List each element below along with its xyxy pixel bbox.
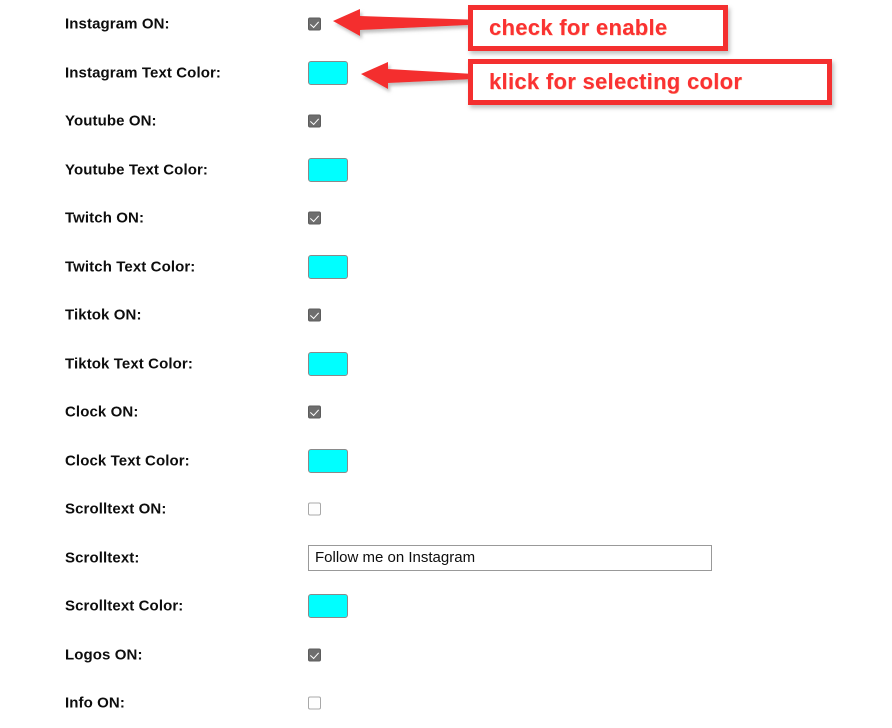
checkbox-logos-on[interactable] [308, 648, 321, 662]
row-label-youtube-text-color: Youtube Text Color: [65, 161, 209, 179]
color-swatch-tiktok-text-color[interactable] [308, 351, 348, 376]
row-control-clock-on [308, 405, 321, 419]
form-row-clock-on: Clock ON: [0, 388, 892, 437]
color-swatch-scrolltext-color[interactable] [308, 594, 348, 619]
row-label-scrolltext: Scrolltext: [65, 549, 140, 567]
text-input-scrolltext[interactable] [308, 544, 712, 571]
row-control-info-on [308, 696, 321, 710]
checkbox-tiktok-on[interactable] [308, 308, 321, 322]
checkbox-scrolltext-on[interactable] [308, 502, 321, 516]
form-row-info-on: Info ON: [0, 679, 892, 728]
form-row-twitch-text-color: Twitch Text Color: [0, 243, 892, 292]
form-row-tiktok-on: Tiktok ON: [0, 291, 892, 340]
checkbox-twitch-on[interactable] [308, 211, 321, 225]
row-control-tiktok-on [308, 308, 321, 322]
settings-form: Instagram ON: Instagram Text Color: Youtub… [0, 0, 892, 728]
row-label-twitch-text-color: Twitch Text Color: [65, 258, 196, 276]
row-label-instagram-text-color: Instagram Text Color: [65, 64, 222, 82]
row-label-clock-text-color: Clock Text Color: [65, 452, 190, 470]
row-control-tiktok-text-color [308, 351, 348, 376]
form-row-tiktok-text-color: Tiktok Text Color: [0, 340, 892, 389]
checkbox-instagram-on[interactable] [308, 17, 321, 31]
row-control-scrolltext-on [308, 502, 321, 516]
form-row-twitch-on: Twitch ON: [0, 194, 892, 243]
form-row-youtube-on: Youtube ON: [0, 97, 892, 146]
color-swatch-instagram-text-color[interactable] [308, 60, 348, 85]
color-swatch-clock-text-color[interactable] [308, 448, 348, 473]
row-label-info-on: Info ON: [65, 694, 125, 712]
row-label-twitch-on: Twitch ON: [65, 209, 145, 227]
row-control-youtube-on [308, 114, 321, 128]
row-control-scrolltext-color [308, 594, 348, 619]
form-row-scrolltext-color: Scrolltext Color: [0, 582, 892, 631]
row-control-twitch-on [308, 211, 321, 225]
color-swatch-twitch-text-color[interactable] [308, 254, 348, 279]
row-control-twitch-text-color [308, 254, 348, 279]
row-label-scrolltext-on: Scrolltext ON: [65, 500, 167, 518]
row-control-logos-on [308, 648, 321, 662]
color-swatch-youtube-text-color[interactable] [308, 157, 348, 182]
form-row-scrolltext: Scrolltext: [0, 534, 892, 583]
form-row-instagram-on: Instagram ON: [0, 0, 892, 49]
row-label-tiktok-on: Tiktok ON: [65, 306, 142, 324]
row-label-scrolltext-color: Scrolltext Color: [65, 597, 184, 615]
checkbox-youtube-on[interactable] [308, 114, 321, 128]
row-label-youtube-on: Youtube ON: [65, 112, 157, 130]
row-control-instagram-text-color [308, 60, 348, 85]
row-label-tiktok-text-color: Tiktok Text Color: [65, 355, 193, 373]
row-label-instagram-on: Instagram ON: [65, 15, 170, 33]
form-row-logos-on: Logos ON: [0, 631, 892, 680]
form-row-youtube-text-color: Youtube Text Color: [0, 146, 892, 195]
row-label-clock-on: Clock ON: [65, 403, 139, 421]
row-control-clock-text-color [308, 448, 348, 473]
checkbox-clock-on[interactable] [308, 405, 321, 419]
form-row-clock-text-color: Clock Text Color: [0, 437, 892, 486]
form-row-scrolltext-on: Scrolltext ON: [0, 485, 892, 534]
row-label-logos-on: Logos ON: [65, 646, 143, 664]
row-control-instagram-on [308, 17, 321, 31]
row-control-scrolltext [308, 544, 712, 571]
checkbox-info-on[interactable] [308, 696, 321, 710]
form-row-instagram-text-color: Instagram Text Color: [0, 49, 892, 98]
row-control-youtube-text-color [308, 157, 348, 182]
